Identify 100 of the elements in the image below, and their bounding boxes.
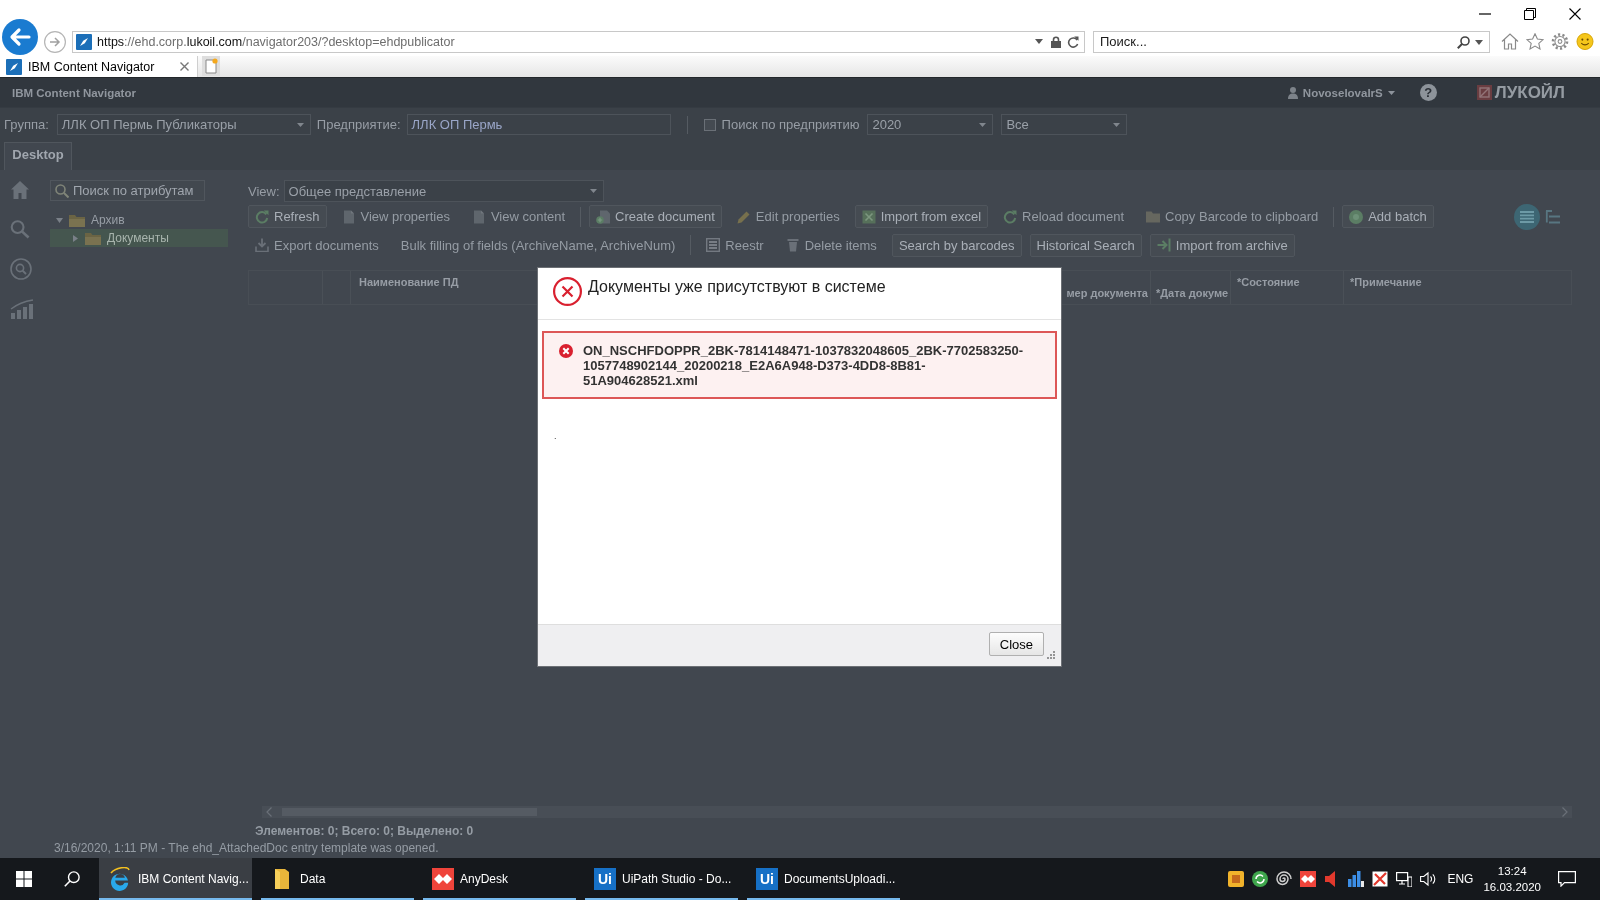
input-field[interactable]: ЛЛК ОП Пермь: [406, 114, 671, 135]
dropdown[interactable]: 2020: [867, 114, 994, 135]
list-icon: [706, 238, 721, 252]
smiley-icon[interactable]: [1576, 33, 1594, 50]
note-text: .: [554, 431, 557, 441]
home-icon[interactable]: [1501, 33, 1519, 50]
toolbar-button[interactable]: Import from archive: [1149, 233, 1295, 257]
close-button[interactable]: Close: [988, 632, 1044, 656]
caret-icon: [589, 189, 597, 193]
network-icon[interactable]: [1396, 871, 1413, 887]
import-icon: [1156, 238, 1171, 252]
error-icon: [559, 344, 573, 358]
toolbar-button[interactable]: Import from excel: [854, 205, 989, 228]
logo-text: ЛУКОЙЛ: [1494, 82, 1565, 103]
resize-grip-icon[interactable]: [1047, 651, 1055, 659]
tree-item[interactable]: Документы: [50, 229, 228, 247]
caret-icon: [1387, 90, 1395, 95]
lock-icon: [1051, 35, 1061, 48]
error-icon: [553, 277, 582, 306]
toolbar-button[interactable]: Search by barcodes: [891, 233, 1022, 257]
caret-icon: [979, 122, 987, 127]
caret-icon: [296, 122, 304, 127]
field-label: Группа:: [4, 117, 49, 132]
toolbar-button[interactable]: Historical Search: [1029, 233, 1142, 257]
desktop-tab[interactable]: Desktop: [4, 142, 72, 170]
taskbar-button[interactable]: Ui UiPath Studio - Do...: [585, 858, 738, 900]
caret-icon[interactable]: [1035, 39, 1043, 44]
refresh-icon: [1003, 209, 1018, 224]
column-header: *Примечание: [1350, 276, 1422, 288]
folder-icon: [85, 231, 101, 245]
tree-item[interactable]: Архив: [50, 211, 228, 229]
user-icon: [1287, 86, 1298, 99]
dropdown[interactable]: ЛЛК ОП Пермь Публикаторы: [56, 114, 311, 135]
checkbox-label: Поиск по предприятию: [721, 117, 860, 132]
error-text: ON_NSCHFDOPPR_2BK-7814148471-1037832048605_2BK-7702583250-1057748902144_20200218_E2A6A948-D373-4DD8-8B81-51A904628521.xml: [583, 343, 1025, 388]
document-icon: [471, 209, 486, 224]
dropdown[interactable]: Все: [1001, 114, 1128, 135]
address-text: https://ehd.corp.lukoil.com/navigator203/?desktop=ehdpublicator: [97, 34, 455, 49]
search-icon: [55, 183, 69, 198]
expanded-arrow-icon[interactable]: [56, 217, 63, 223]
square-app-icon[interactable]: [1228, 871, 1245, 887]
taskbar-button[interactable]: AnyDesk: [423, 858, 576, 900]
attribute-search-button[interactable]: Поиск по атрибутам: [50, 180, 205, 201]
toolbar-button[interactable]: Create document: [589, 205, 722, 228]
refresh-icon: [255, 209, 269, 224]
taskbar-button[interactable]: Data: [261, 858, 414, 900]
disc-icon: [1349, 209, 1364, 224]
clock[interactable]: 13:24 16.03.2020: [1483, 863, 1541, 895]
minimize-icon[interactable]: [1479, 12, 1491, 15]
dialog-title: Документы уже присутствуют в системе: [588, 277, 886, 297]
view-dropdown[interactable]: Общее представление: [283, 180, 604, 202]
diamond-tile-icon[interactable]: [1300, 871, 1317, 887]
sync-icon[interactable]: [1252, 871, 1269, 887]
folder-icon: [275, 869, 289, 889]
add-document-icon: [596, 209, 611, 224]
restore-icon[interactable]: [1524, 7, 1536, 20]
crossed-square-icon[interactable]: [1372, 871, 1389, 887]
volume-icon[interactable]: [1420, 871, 1437, 887]
close-icon[interactable]: [1569, 7, 1581, 20]
taskbar-button[interactable]: Ui DocumentsUploadi...: [747, 858, 900, 900]
horizontal-scrollbar[interactable]: [262, 806, 1572, 818]
toolbar-button[interactable]: Refresh: [248, 205, 327, 228]
spreadsheet-icon: [861, 209, 876, 224]
toolbar-button[interactable]: Add batch: [1342, 205, 1434, 228]
column-header: мер документа: [1066, 287, 1148, 299]
browser-icon: [108, 867, 132, 891]
status-message: 3/16/2020, 1:11 PM - The ehd_AttachedDoc entry template was opened.: [54, 841, 439, 855]
app-logo: Ui: [756, 868, 778, 890]
compass-icon: [6, 58, 22, 75]
diamond-tile-icon: [432, 868, 454, 890]
logo-icon: [1476, 85, 1492, 100]
count-text: Элементов: 0; Всего: 0; Выделено: 0: [255, 824, 474, 838]
help-button[interactable]: ?: [1419, 84, 1437, 101]
language-indicator[interactable]: ENG: [1447, 872, 1474, 886]
column-header: *Дата докуме: [1156, 287, 1229, 299]
address-bar[interactable]: https://ehd.corp.lukoil.com/navigator203/?desktop=ehdpublicator: [72, 30, 1085, 53]
search-icon[interactable]: [1457, 35, 1470, 49]
caret-icon[interactable]: [1475, 39, 1483, 45]
start-icon[interactable]: [16, 871, 32, 887]
browser-tab[interactable]: IBM Content Navigator: [0, 56, 198, 77]
list-view-icon[interactable]: [1514, 203, 1540, 230]
settings-icon[interactable]: [1551, 33, 1569, 50]
view-label: View:: [248, 183, 280, 199]
field-label: Предприятие:: [316, 117, 401, 132]
app-title: IBM Content Navigator: [12, 86, 136, 99]
back-icon[interactable]: [2, 19, 38, 55]
notification-icon[interactable]: [1558, 871, 1576, 887]
bar-chart-icon[interactable]: [1348, 871, 1365, 887]
checkbox[interactable]: [703, 118, 716, 131]
refresh-icon[interactable]: [1067, 35, 1079, 48]
column-header: *Состояние: [1237, 276, 1300, 288]
caret-icon: [1113, 122, 1121, 127]
search-field[interactable]: Поиск...: [1093, 30, 1490, 53]
search-icon[interactable]: [64, 871, 80, 887]
taskbar-button[interactable]: IBM Content Navig...: [99, 858, 252, 900]
star-icon[interactable]: [1526, 33, 1544, 50]
spiral-icon[interactable]: [1276, 871, 1293, 887]
download-icon: [255, 238, 269, 252]
user-menu[interactable]: NovoselovaIrS: [1287, 86, 1395, 99]
column-header: Наименование ПД: [359, 276, 459, 288]
